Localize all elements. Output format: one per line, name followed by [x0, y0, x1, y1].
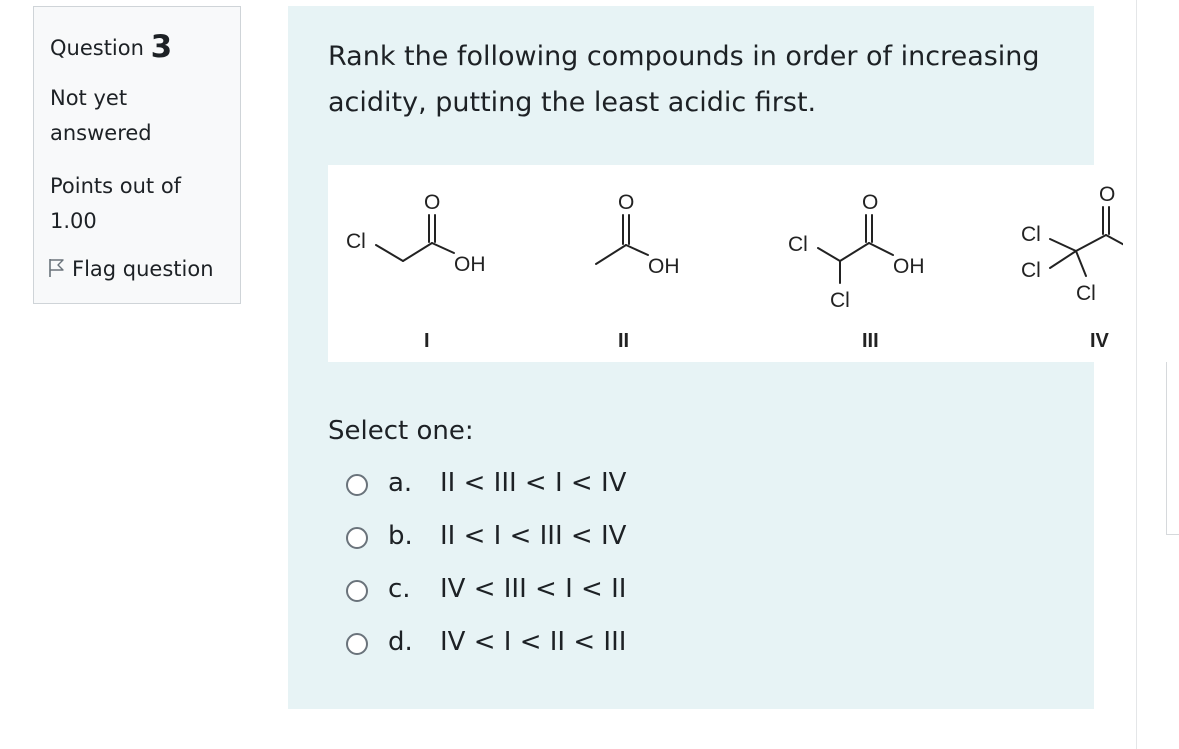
compound-label-ii: II	[618, 330, 629, 352]
compound-structures-image: O Cl OH I O OH II O Cl OH Cl III O Cl Cl…	[328, 165, 1123, 362]
question-grade: Points out of 1.00	[50, 174, 182, 233]
radio-button-d[interactable]	[346, 633, 368, 655]
answer-text-a: II < III < I < IV	[440, 468, 627, 498]
chlorine-label-iv-top: Cl	[1021, 223, 1041, 246]
radio-button-b[interactable]	[346, 527, 368, 549]
chlorine-label-iii-left: Cl	[788, 233, 808, 256]
side-panel-border-bottom	[1166, 534, 1179, 535]
compound-label-iii: III	[862, 330, 879, 352]
answer-options: a. II < III < I < IV b. II < I < III < I…	[346, 466, 766, 678]
hydroxyl-label-ii: OH	[648, 255, 680, 278]
flag-icon	[49, 259, 64, 277]
answer-text-b: II < I < III < IV	[440, 521, 627, 551]
answer-letter-a: a.	[388, 468, 413, 498]
answer-text-d: IV < I < II < III	[440, 627, 627, 657]
flag-question-label: Flag question	[72, 257, 214, 281]
answer-option-a[interactable]: a. II < III < I < IV	[346, 466, 766, 519]
answer-letter-b: b.	[388, 521, 413, 551]
hydroxyl-label-i: OH	[454, 253, 486, 276]
answer-letter-d: d.	[388, 627, 413, 657]
answer-option-c[interactable]: c. IV < III < I < II	[346, 572, 766, 625]
chlorine-label-iv-bottom: Cl	[1076, 282, 1096, 305]
question-formulation: Rank the following compounds in order of…	[288, 6, 1123, 709]
oxygen-label-iii: O	[862, 191, 878, 214]
question-info-panel: Question 3 Not yet answered Points out o…	[33, 6, 241, 304]
answer-option-d[interactable]: d. IV < I < II < III	[346, 625, 766, 678]
answer-option-b[interactable]: b. II < I < III < IV	[346, 519, 766, 572]
compound-label-i: I	[424, 330, 430, 352]
chlorine-label-iv-middle: Cl	[1021, 259, 1041, 282]
select-one-prompt: Select one:	[328, 416, 474, 446]
chlorine-label-i: Cl	[346, 230, 366, 253]
side-panel-border	[1166, 362, 1167, 534]
answer-text-c: IV < III < I < II	[440, 574, 627, 604]
oxygen-label-i: O	[424, 191, 440, 214]
radio-button-a[interactable]	[346, 474, 368, 496]
oxygen-label-ii: O	[618, 191, 634, 214]
question-state: Not yet answered	[50, 86, 152, 145]
chlorine-label-iii-bottom: Cl	[830, 289, 850, 312]
question-number: Question 3	[50, 27, 173, 65]
question-label: Question	[50, 36, 144, 60]
flag-question-link[interactable]: Flag question	[48, 257, 214, 281]
oxygen-label-iv: O	[1099, 183, 1115, 206]
compound-label-iv: IV	[1090, 330, 1110, 352]
page-divider	[1136, 0, 1137, 749]
question-text: Rank the following compounds in order of…	[328, 41, 1040, 118]
answer-letter-c: c.	[388, 574, 411, 604]
question-number-value: 3	[150, 29, 173, 65]
hydroxyl-label-iii: OH	[893, 255, 925, 278]
radio-button-c[interactable]	[346, 580, 368, 602]
